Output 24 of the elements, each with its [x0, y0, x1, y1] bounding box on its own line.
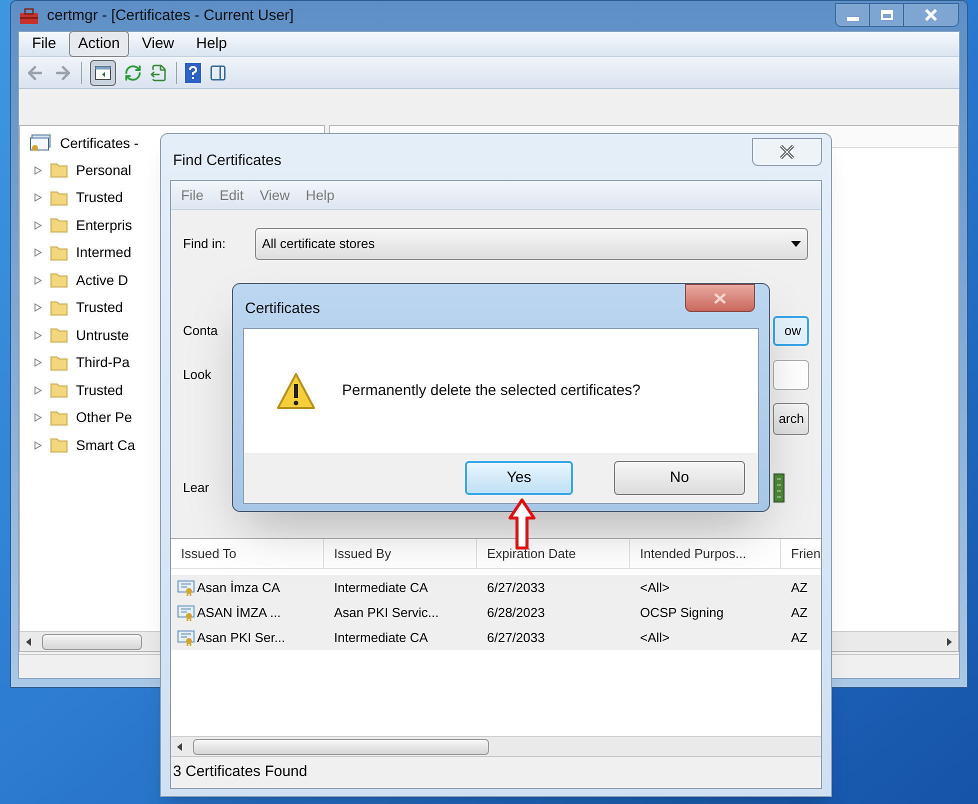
table-cell-text: AZ [791, 628, 808, 647]
learn-label: Lear [183, 479, 210, 498]
contains-label: Conta [183, 322, 218, 340]
table-cell-text: Intermediate CA [334, 578, 428, 597]
table-cell-text: <All> [640, 628, 670, 647]
table-cell-text: 6/27/2033 [487, 628, 545, 647]
dialog-title: Certificates [245, 299, 320, 319]
dialog-message: Permanently delete the selected certificates? [342, 380, 640, 401]
find-in-label: Find in: [183, 235, 227, 254]
table-cell-text: AZ [791, 604, 808, 622]
table-cell-text: Asan İmza CA [197, 578, 280, 597]
table-cell-text: AZ [791, 578, 808, 597]
table-cell-text: Asan PKI Ser... [197, 628, 286, 647]
table-cell-text: Intermediate CA [334, 628, 428, 647]
table-cell-text: 6/27/2033 [487, 578, 545, 597]
window-title: certmgr - [Certificates - Current User] [47, 6, 294, 26]
look-label: Look [183, 366, 212, 384]
table-cell-text: ASAN İMZA ... [197, 604, 281, 622]
table-cell-text: 6/28/2023 [487, 604, 545, 622]
table-cell-text: <All> [640, 578, 670, 597]
dialog-title: Find Certificates [173, 151, 282, 171]
table-cell-text: OCSP Signing [640, 604, 724, 622]
table-cell-text: Asan PKI Servic... [334, 604, 439, 622]
status-text: 3 Certificates Found [173, 762, 308, 782]
